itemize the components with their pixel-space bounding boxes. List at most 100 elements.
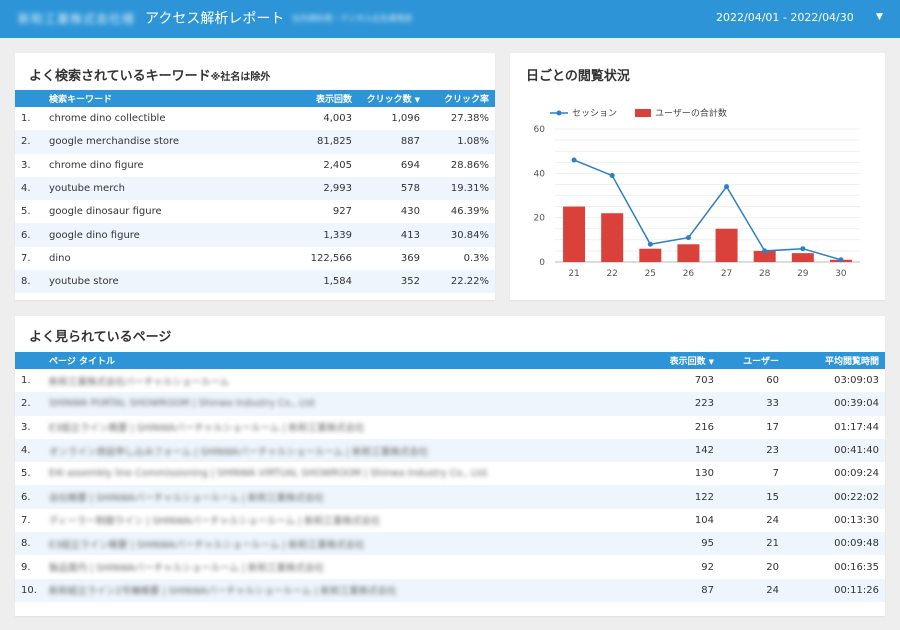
ctr-cell: 27.38%	[450, 113, 489, 125]
views-cell: 104	[694, 514, 714, 526]
users-cell: 60	[766, 375, 779, 387]
blurred-page-title: 製品案内 | SHINWAバーチャルショールーム | 新和工業株式会社	[49, 563, 325, 575]
clicks-cell: 578	[358, 176, 426, 201]
keywords-header-row: 検索キーワード 表示回数 クリック数 ▼ クリック率	[15, 90, 495, 107]
pages-table: ページ タイトル 表示回数 ▼ ユーザー 平均閲覧時間 1. 新和工業株式会社バーチ…	[15, 352, 885, 602]
date-range-selector[interactable]: 2022/04/01 - 2022/04/30	[716, 11, 854, 24]
pages-col-views[interactable]: 表示回数 ▼	[625, 352, 720, 369]
pages-col-users[interactable]: ユーザー	[720, 352, 785, 369]
table-row[interactable]: 5. google dinosaur figure 927 430 46.39%	[15, 200, 495, 223]
table-row[interactable]: 5. E4I assembly line Commissioning | SHIN…	[15, 462, 885, 485]
keywords-col-impressions[interactable]: 表示回数	[278, 90, 358, 107]
pages-card: よく見られているページ ページ タイトル 表示回数 ▼ ユーザー 平均閲覧時間 1…	[15, 316, 885, 616]
bar-users	[715, 228, 738, 262]
blurred-page-title: 会社概要 | SHINWAバーチャルショールーム | 新和工業株式会社	[49, 493, 325, 505]
avg-time-cell: 00:16:35	[834, 561, 879, 573]
pages-col-rank	[15, 352, 43, 369]
ctr-cell: 0.3%	[463, 252, 489, 264]
table-row[interactable]: 2. SHINWA PORTAL SHOWROOM | Shinwa Indust…	[15, 392, 885, 416]
report-title: アクセス解析レポート	[145, 11, 285, 27]
table-row[interactable]: 4. オンライン商談申し込みフォーム | SHINWAバーチャルショールーム | …	[15, 438, 885, 463]
blurred-page-title: 新和組立ライン2号機概要 | SHINWAバーチャルショールーム | 新和工業株…	[49, 586, 397, 598]
table-row[interactable]: 10. 新和組立ライン2号機概要 | SHINWAバーチャルショールーム | 新和…	[15, 578, 885, 602]
table-row[interactable]: 9. 製品案内 | SHINWAバーチャルショールーム | 新和工業株式会社 92 2…	[15, 555, 885, 578]
y-tick-label: 0	[539, 258, 545, 268]
pages-col-avg-time[interactable]: 平均閲覧時間	[785, 352, 885, 369]
ctr-cell: 30.84%	[426, 223, 495, 247]
views-cell: 142	[625, 438, 720, 463]
users-cell: 7	[772, 468, 779, 480]
table-row[interactable]: 3. E3組立ライン概要 | SHINWAバーチャルショールーム | 新和工業株式…	[15, 416, 885, 439]
avg-time-cell: 00:09:24	[834, 468, 879, 480]
blurred-page-title: E3組立ライン概要 | SHINWAバーチャルショールーム | 新和工業株式会社	[49, 539, 365, 551]
triangle-down-icon[interactable]: ▼	[876, 12, 883, 22]
table-row[interactable]: 8. youtube store 1,584 352 22.22%	[15, 270, 495, 294]
keywords-col-rank	[15, 90, 43, 107]
keyword-cell: google merchandise store	[43, 130, 278, 154]
users-cell: 24	[720, 578, 785, 602]
clicks-cell: 352	[358, 270, 426, 294]
bar-users	[639, 248, 662, 262]
rank-cell: 8.	[15, 532, 43, 556]
x-tick-label: 28	[759, 269, 771, 279]
table-row[interactable]: 6. google dino figure 1,339 413 30.84%	[15, 223, 495, 247]
keywords-col-keyword[interactable]: 検索キーワード	[43, 90, 278, 107]
y-tick-label: 20	[534, 214, 546, 224]
bar-users	[563, 206, 586, 262]
rank-cell: 3.	[21, 421, 31, 433]
views-cell: 122	[625, 485, 720, 509]
rank-cell: 2.	[15, 392, 43, 416]
keywords-title-note: ※社名は除外	[210, 72, 271, 83]
rank-cell: 6.	[15, 223, 43, 247]
page-title-cell: 会社概要 | SHINWAバーチャルショールーム | 新和工業株式会社	[43, 485, 625, 509]
table-row[interactable]: 7. ディーラー制御ライン | SHINWAバーチャルショールーム | 新和工業株…	[15, 509, 885, 532]
table-row[interactable]: 2. google merchandise store 81,825 887 1.08%	[15, 130, 495, 154]
users-cell: 21	[720, 532, 785, 556]
y-tick-label: 60	[534, 125, 546, 135]
rank-cell: 1.	[21, 113, 31, 125]
keyword-cell: youtube store	[43, 270, 278, 294]
blurred-page-title: SHINWA PORTAL SHOWROOM | Shinwa Industry…	[49, 398, 315, 410]
views-cell: 130	[694, 468, 714, 480]
page-title-cell: 製品案内 | SHINWAバーチャルショールーム | 新和工業株式会社	[43, 555, 625, 578]
views-cell: 95	[625, 532, 720, 556]
table-row[interactable]: 6. 会社概要 | SHINWAバーチャルショールーム | 新和工業株式会社 122…	[15, 485, 885, 509]
rank-cell: 3.	[21, 159, 31, 171]
pages-col-title[interactable]: ページ タイトル	[43, 352, 625, 369]
keyword-cell: dino	[49, 252, 71, 264]
avg-time-cell: 03:09:03	[834, 375, 879, 387]
report-subtitle: 社内資料用・デジタル広告運用部	[292, 13, 413, 23]
x-tick-label: 26	[683, 269, 695, 279]
keywords-col-clicks[interactable]: クリック数 ▼	[358, 90, 426, 107]
table-row[interactable]: 8. E3組立ライン概要 | SHINWAバーチャルショールーム | 新和工業株式…	[15, 532, 885, 556]
page-title-cell: E4I assembly line Commissioning | SHINWA…	[43, 462, 625, 485]
impressions-cell: 122,566	[310, 252, 352, 264]
keyword-cell: google dinosaur figure	[49, 206, 162, 218]
rank-cell: 4.	[15, 438, 43, 463]
x-tick-label: 22	[606, 269, 617, 279]
blurred-page-title: オンライン商談申し込みフォーム | SHINWAバーチャルショールーム | 新和…	[49, 446, 429, 458]
views-cell: 216	[694, 421, 714, 433]
table-row[interactable]: 7. dino 122,566 369 0.3%	[15, 247, 495, 270]
rank-cell: 7.	[21, 514, 31, 526]
impressions-cell: 2,993	[278, 176, 358, 201]
page-title-cell: 新和組立ライン2号機概要 | SHINWAバーチャルショールーム | 新和工業株…	[43, 578, 625, 602]
sort-desc-icon: ▼	[708, 358, 714, 366]
keywords-col-ctr[interactable]: クリック率	[426, 90, 495, 107]
page-title-cell: 新和工業株式会社バーチャルショールーム	[43, 369, 625, 392]
table-row[interactable]: 1. 新和工業株式会社バーチャルショールーム 703 60 03:09:03	[15, 369, 885, 392]
views-cell: 87	[625, 578, 720, 602]
views-cell: 223	[625, 392, 720, 416]
rank-cell: 8.	[15, 270, 43, 294]
point-sessions	[724, 184, 730, 190]
impressions-cell: 81,825	[278, 130, 358, 154]
daily-chart-plot: 0 20 40 60 21 22 25 26 27 28 29 30	[534, 125, 860, 279]
table-row[interactable]: 4. youtube merch 2,993 578 19.31%	[15, 176, 495, 201]
table-row[interactable]: 3. chrome dino figure 2,405 694 28.86%	[15, 154, 495, 177]
table-row[interactable]: 1. chrome dino collectible 4,003 1,096 27.38…	[15, 107, 495, 130]
x-tick-label: 29	[797, 269, 809, 279]
page-title-cell: E3組立ライン概要 | SHINWAバーチャルショールーム | 新和工業株式会社	[43, 416, 625, 439]
page-title-cell: E3組立ライン概要 | SHINWAバーチャルショールーム | 新和工業株式会社	[43, 532, 625, 556]
point-sessions	[800, 246, 806, 252]
impressions-cell: 927	[332, 206, 352, 218]
